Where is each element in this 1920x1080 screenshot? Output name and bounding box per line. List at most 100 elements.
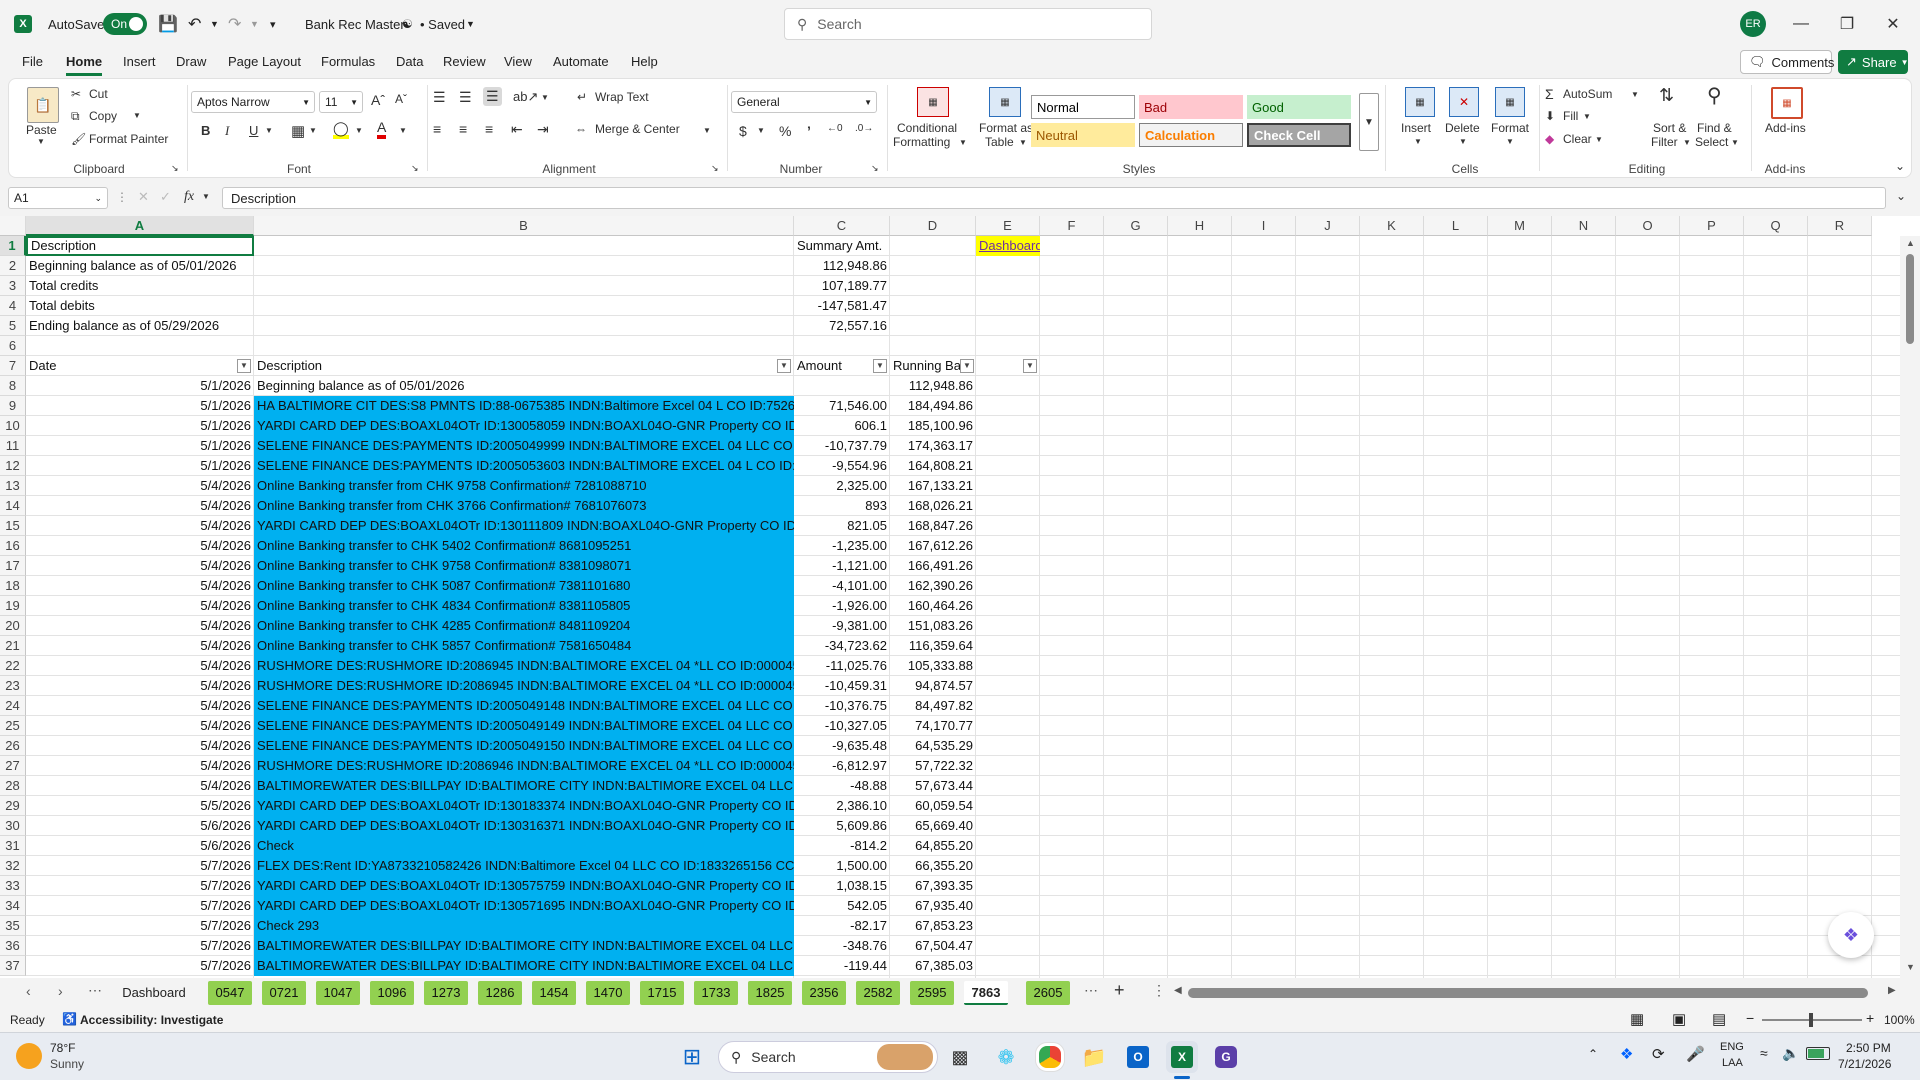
summary-label-beginning[interactable]: Beginning balance as of 05/01/2026	[26, 256, 254, 276]
alignment-launcher-icon[interactable]: ↘	[711, 163, 719, 174]
transaction-description[interactable]: Online Banking transfer to CHK 5402 Conf…	[254, 536, 794, 556]
transaction-amount[interactable]: -82.17	[794, 916, 890, 936]
transaction-date[interactable]: 5/4/2026	[26, 616, 254, 636]
summary-value-beginning[interactable]: 112,948.86	[794, 256, 890, 276]
scroll-right-icon[interactable]: ▶	[1888, 985, 1896, 996]
transaction-amount[interactable]: 542.05	[794, 896, 890, 916]
transaction-running-balance[interactable]: 67,935.40	[890, 896, 976, 916]
tab-insert[interactable]: Insert	[123, 48, 156, 76]
comma-icon[interactable]: ’	[807, 123, 811, 139]
weather-temp[interactable]: 78°F	[50, 1041, 75, 1055]
saved-status[interactable]: • Saved	[420, 0, 465, 48]
summary-value-debits[interactable]: -147,581.47	[794, 296, 890, 316]
transaction-running-balance[interactable]: 57,673.44	[890, 776, 976, 796]
transaction-running-balance[interactable]: 167,133.21	[890, 476, 976, 496]
transaction-date[interactable]: 5/7/2026	[26, 916, 254, 936]
chevron-down-icon[interactable]: ▼	[202, 192, 210, 201]
transaction-amount[interactable]: 606.1	[794, 416, 890, 436]
row-header[interactable]: 37	[0, 956, 26, 976]
chevron-down-icon[interactable]: ▼	[1019, 138, 1027, 147]
column-header-o[interactable]: O	[1616, 216, 1680, 236]
transaction-date[interactable]: 5/7/2026	[26, 956, 254, 976]
add-ins-button[interactable]: Add-ins	[1765, 121, 1806, 135]
decrease-font-icon[interactable]: Aˇ	[395, 92, 407, 106]
row-header[interactable]: 16	[0, 536, 26, 556]
transaction-amount[interactable]: -1,235.00	[794, 536, 890, 556]
column-header-e[interactable]: E	[976, 216, 1040, 236]
clock-time[interactable]: 2:50 PM	[1846, 1041, 1891, 1055]
transaction-description[interactable]: Online Banking transfer to CHK 9758 Conf…	[254, 556, 794, 576]
transaction-date[interactable]: 5/1/2026	[26, 456, 254, 476]
summary-label-credits[interactable]: Total credits	[26, 276, 254, 296]
align-right-icon[interactable]: ≡	[485, 121, 493, 137]
close-button[interactable]: ✕	[1870, 0, 1916, 48]
transaction-amount[interactable]: 893	[794, 496, 890, 516]
transaction-date[interactable]: 5/1/2026	[26, 396, 254, 416]
transaction-description[interactable]: Online Banking transfer to CHK 5087 Conf…	[254, 576, 794, 596]
transaction-date[interactable]: 5/4/2026	[26, 636, 254, 656]
autosum-button[interactable]: AutoSum	[1563, 87, 1612, 101]
transaction-running-balance[interactable]: 151,083.26	[890, 616, 976, 636]
transaction-date[interactable]: 5/4/2026	[26, 556, 254, 576]
tab-formulas[interactable]: Formulas	[321, 48, 375, 76]
sheet-tab-1047[interactable]: 1047	[316, 981, 360, 1005]
transaction-date[interactable]: 5/4/2026	[26, 756, 254, 776]
row-header[interactable]: 19	[0, 596, 26, 616]
dashboard-link[interactable]: Dashboard	[976, 236, 1040, 256]
share-button[interactable]: ↗ Share ▼	[1838, 50, 1909, 74]
format-cells-button[interactable]: Format	[1491, 121, 1529, 135]
style-normal[interactable]: Normal	[1031, 95, 1135, 119]
row-header[interactable]: 25	[0, 716, 26, 736]
transaction-description[interactable]: RUSHMORE DES:RUSHMORE ID:2086946 INDN:BA…	[254, 756, 794, 776]
wrap-text-button[interactable]: Wrap Text	[595, 90, 649, 104]
transaction-running-balance[interactable]: 64,535.29	[890, 736, 976, 756]
maximize-button[interactable]: ❐	[1824, 0, 1870, 48]
styles-more-icon[interactable]: ▼	[1359, 93, 1379, 151]
transaction-date[interactable]: 5/4/2026	[26, 596, 254, 616]
row-header[interactable]: 31	[0, 836, 26, 856]
row-header[interactable]: 1	[0, 236, 26, 256]
currency-icon[interactable]: $	[739, 123, 747, 139]
tab-help[interactable]: Help	[631, 48, 658, 76]
filter-date-icon[interactable]: ▼	[237, 359, 251, 373]
format-as-table-label-2[interactable]: Table	[985, 135, 1014, 149]
row-header[interactable]: 29	[0, 796, 26, 816]
transaction-date[interactable]: 5/4/2026	[26, 656, 254, 676]
select-all-corner[interactable]	[0, 216, 26, 236]
wifi-icon[interactable]: ≈	[1760, 1045, 1768, 1061]
tab-automate[interactable]: Automate	[553, 48, 609, 76]
merge-center-button[interactable]: Merge & Center	[595, 122, 680, 136]
row-header[interactable]: 28	[0, 776, 26, 796]
column-header-l[interactable]: L	[1424, 216, 1488, 236]
sort-filter-label-1[interactable]: Sort &	[1653, 121, 1686, 135]
summary-label-debits[interactable]: Total debits	[26, 296, 254, 316]
task-view-icon[interactable]: ▩	[944, 1041, 976, 1073]
transaction-date[interactable]: 5/1/2026	[26, 436, 254, 456]
cancel-entry-icon[interactable]: ✕	[138, 189, 149, 205]
transaction-amount[interactable]: 1,038.15	[794, 876, 890, 896]
column-header-j[interactable]: J	[1296, 216, 1360, 236]
transaction-date[interactable]: 5/4/2026	[26, 676, 254, 696]
search-box[interactable]: ⚲ Search	[784, 8, 1152, 40]
decrease-decimal-icon[interactable]: .0→	[855, 123, 873, 134]
currency-dropdown-icon[interactable]: ▼	[757, 126, 765, 135]
underline-icon[interactable]: U	[249, 123, 258, 138]
autosum-dropdown-icon[interactable]: ▼	[1631, 90, 1639, 99]
sort-filter-icon[interactable]: ⇅	[1659, 85, 1674, 106]
transaction-description[interactable]: SELENE FINANCE DES:PAYMENTS ID:200504914…	[254, 696, 794, 716]
transaction-running-balance[interactable]: 174,363.17	[890, 436, 976, 456]
format-as-table-label-1[interactable]: Format as	[979, 121, 1033, 135]
tab-home[interactable]: Home	[66, 48, 103, 76]
transaction-date[interactable]: 5/5/2026	[26, 796, 254, 816]
transaction-running-balance[interactable]: 57,722.32	[890, 756, 976, 776]
underline-dropdown-icon[interactable]: ▼	[265, 126, 273, 135]
horizontal-scrollbar[interactable]	[1188, 988, 1868, 998]
avatar[interactable]: ER	[1740, 0, 1766, 48]
row-header[interactable]: 20	[0, 616, 26, 636]
tab-draw[interactable]: Draw	[176, 48, 206, 76]
sort-filter-label-2[interactable]: Filter	[1651, 135, 1678, 149]
conditional-formatting-icon[interactable]: ▦	[917, 87, 949, 117]
sheet-tab-2356[interactable]: 2356	[802, 981, 846, 1005]
transaction-amount[interactable]: -4,101.00	[794, 576, 890, 596]
language-line-1[interactable]: ENG	[1720, 1041, 1744, 1053]
